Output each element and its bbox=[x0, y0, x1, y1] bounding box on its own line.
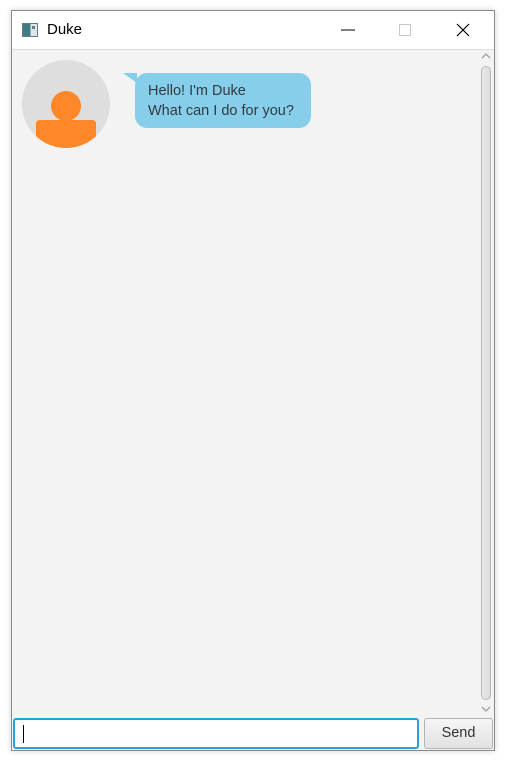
minimize-icon bbox=[341, 29, 355, 31]
message-line: What can I do for you? bbox=[148, 103, 294, 119]
scrollbar-thumb[interactable] bbox=[481, 66, 491, 700]
duke-avatar bbox=[22, 60, 110, 148]
scroll-up-arrow-icon[interactable] bbox=[481, 52, 491, 60]
user-avatar-icon bbox=[36, 91, 96, 148]
app-icon bbox=[22, 23, 38, 37]
user-input-field[interactable] bbox=[13, 718, 419, 749]
close-button[interactable] bbox=[440, 11, 486, 49]
window-title: Duke bbox=[47, 21, 83, 38]
input-bar: Send bbox=[12, 716, 494, 750]
duke-message-bubble: Hello! I'm Duke What can I do for you? bbox=[135, 73, 311, 128]
vertical-scrollbar[interactable] bbox=[478, 50, 494, 716]
dialog-container[interactable]: Hello! I'm Duke What can I do for you? bbox=[12, 50, 478, 716]
send-button[interactable]: Send bbox=[424, 718, 493, 749]
title-bar[interactable]: Duke bbox=[12, 11, 494, 50]
text-caret bbox=[23, 725, 24, 743]
maximize-button[interactable] bbox=[382, 11, 428, 49]
message-line: Hello! I'm Duke bbox=[148, 83, 246, 99]
minimize-button[interactable] bbox=[325, 11, 371, 49]
maximize-icon bbox=[399, 24, 411, 36]
scroll-down-arrow-icon[interactable] bbox=[481, 705, 491, 713]
close-icon bbox=[456, 23, 470, 37]
app-window: Duke Hello! I'm Duke What can I do for y… bbox=[11, 10, 495, 751]
